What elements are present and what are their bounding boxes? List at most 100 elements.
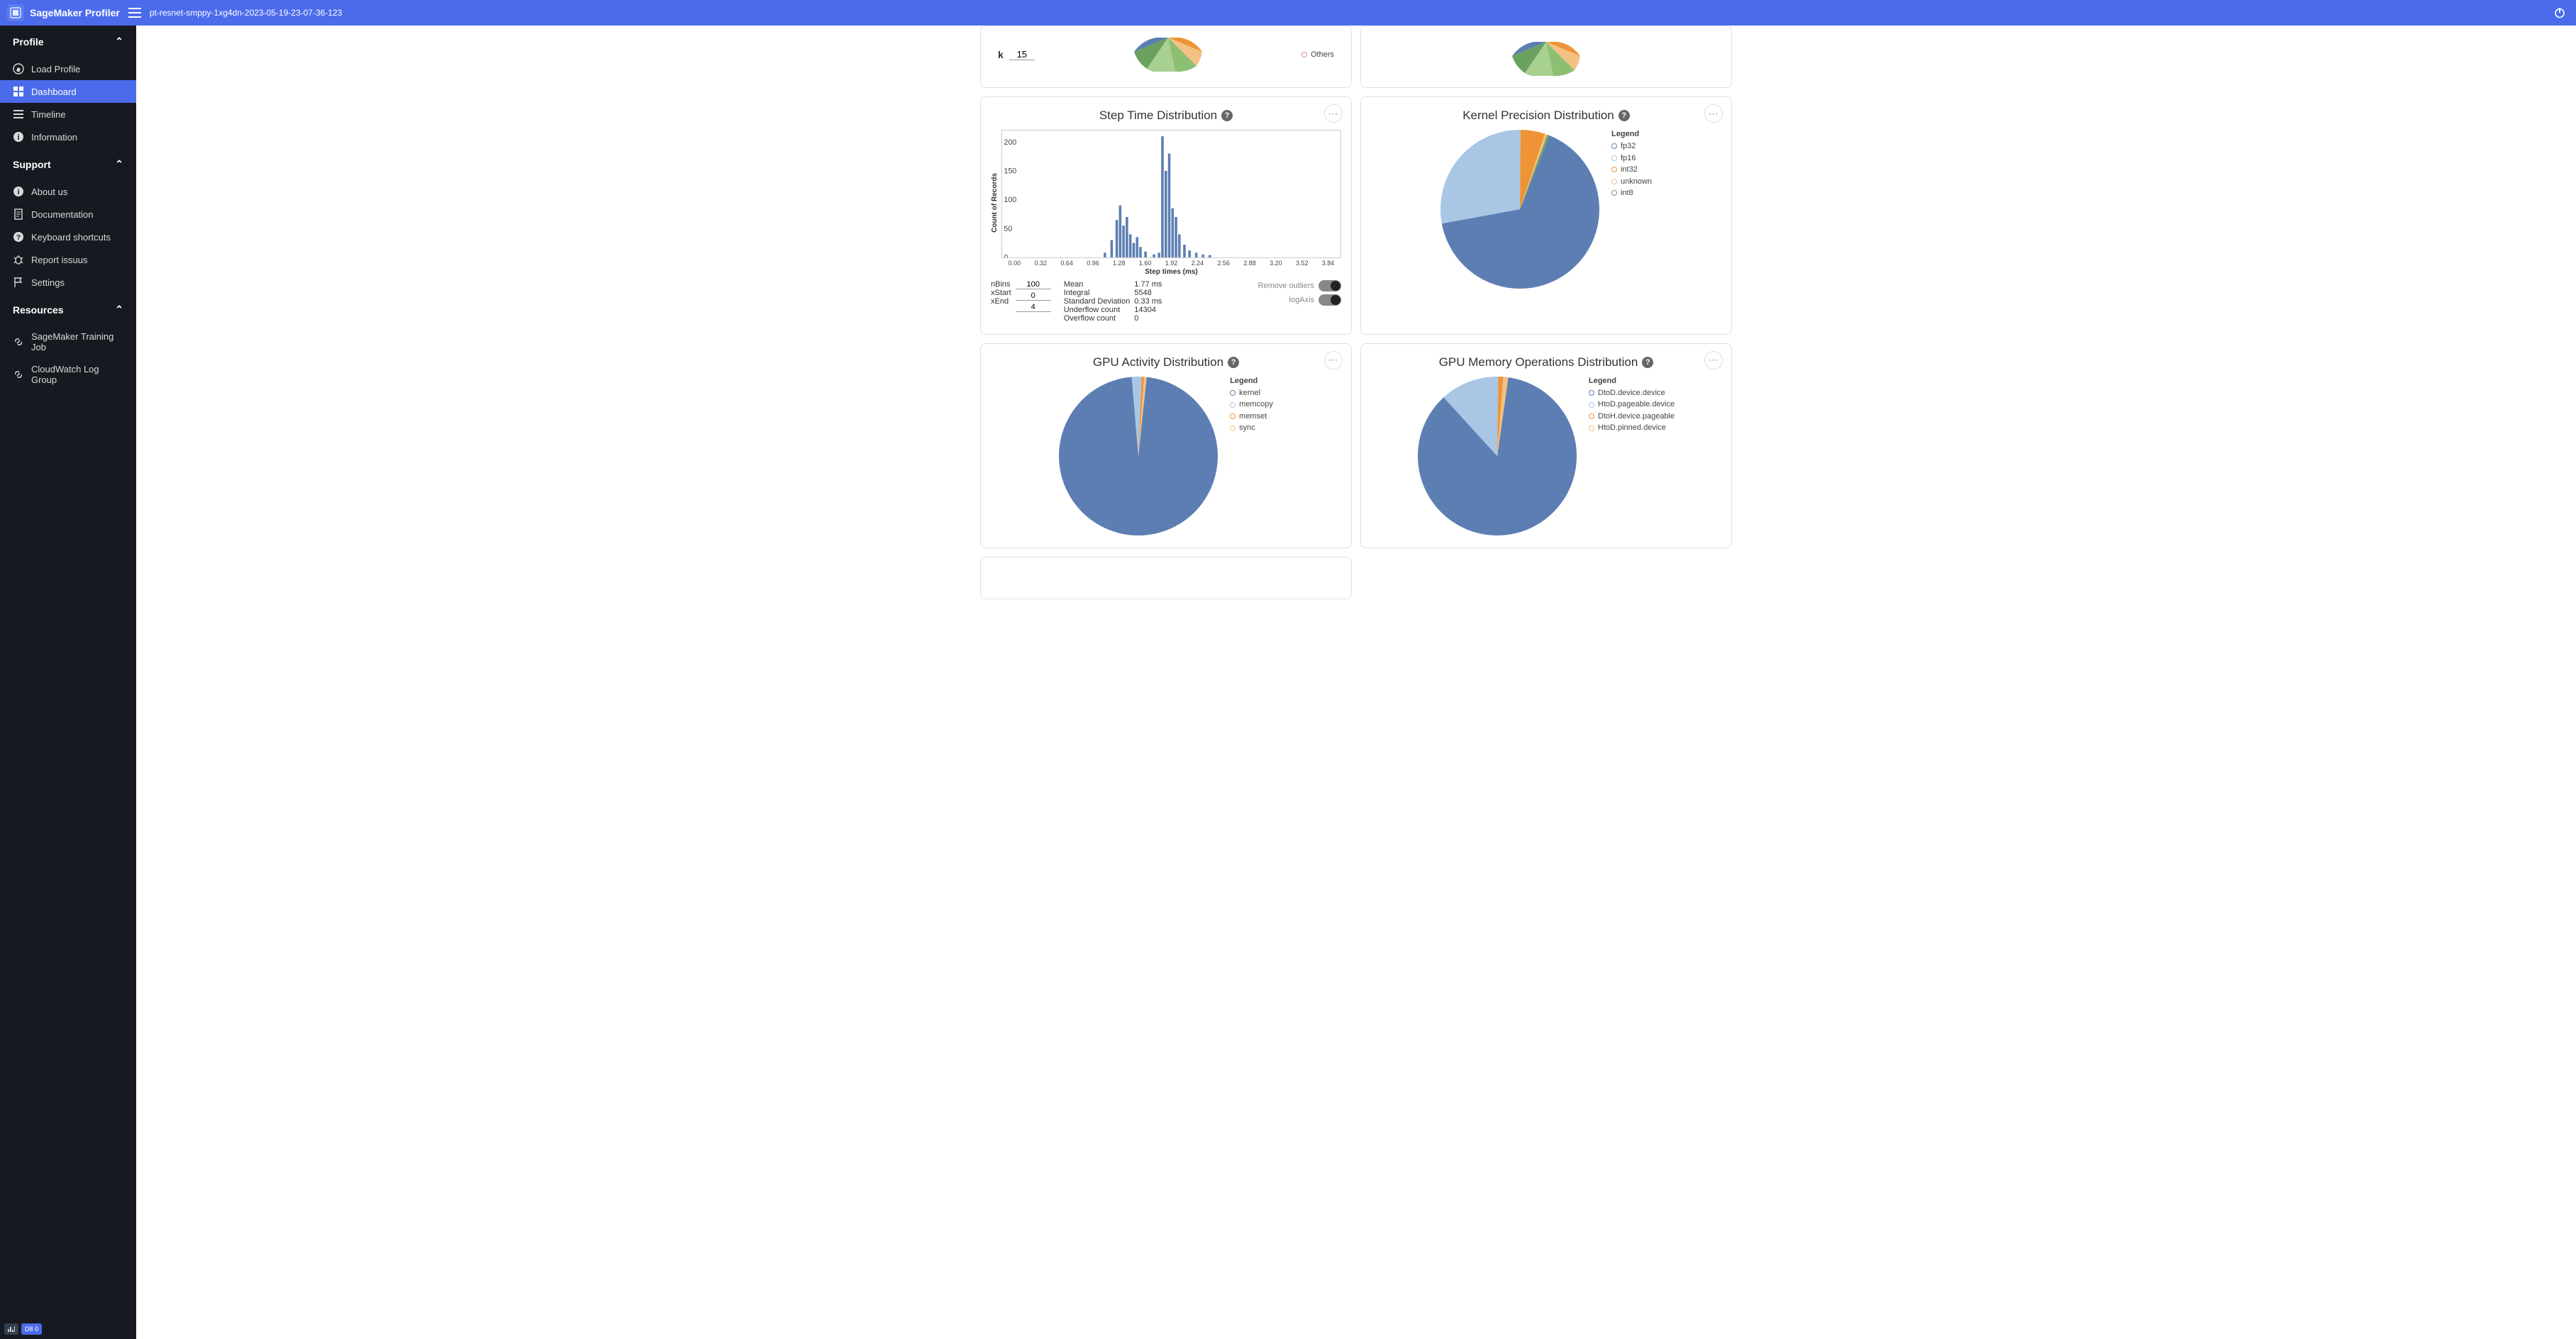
sidebar-section-profile[interactable]: Profile ⌃ <box>0 26 136 57</box>
legend-item: HtoD.pageable.device <box>1589 399 1675 411</box>
histogram-chart: 050100150200 <box>1001 130 1341 258</box>
legend-item: memcopy <box>1230 399 1273 411</box>
remove-outliers-toggle[interactable] <box>1318 280 1341 291</box>
section-label: Profile <box>13 36 44 48</box>
link-icon <box>13 369 24 380</box>
sidebar-item-settings[interactable]: Settings <box>0 271 136 294</box>
nav-label: Information <box>31 132 77 143</box>
flag-icon <box>13 277 24 288</box>
footer-badge[interactable]: D8 0 <box>21 1323 42 1335</box>
legend: Legend kernelmemcopymemsetsync <box>1230 377 1273 434</box>
main-content: k Others <box>136 26 2576 1339</box>
hamburger-menu-icon[interactable] <box>126 5 144 21</box>
card-title: GPU Activity Distribution ? <box>991 355 1341 370</box>
card-title: Step Time Distribution ? <box>991 109 1341 123</box>
info-icon: i <box>13 131 24 143</box>
help-icon[interactable]: ? <box>1228 357 1239 368</box>
legend-item: unknown <box>1611 176 1652 188</box>
help-icon[interactable]: ? <box>1642 357 1653 368</box>
svg-text:0: 0 <box>1004 253 1008 257</box>
app-logo-icon <box>7 4 24 21</box>
nav-label: Timeline <box>31 109 66 120</box>
title-text: Step Time Distribution <box>1099 109 1217 123</box>
nav-label: SageMaker Training Job <box>31 331 123 352</box>
title-text: Kernel Precision Distribution <box>1462 109 1614 123</box>
card-kernel-precision: ⋯ Kernel Precision Distribution ? Legend… <box>1360 96 1732 335</box>
compass-icon <box>13 63 24 74</box>
sidebar-section-resources[interactable]: Resources ⌃ <box>0 294 136 326</box>
help-icon[interactable]: ? <box>1221 110 1233 121</box>
legend-item: memset <box>1230 411 1273 423</box>
stat-values: 1.77 ms55480.33 ms143040 <box>1134 280 1162 323</box>
nav-label: Documentation <box>31 209 93 220</box>
help-icon: ? <box>13 231 24 243</box>
document-icon <box>13 209 24 220</box>
card-menu-button[interactable]: ⋯ <box>1704 104 1723 123</box>
legend-item: sync <box>1230 422 1273 434</box>
k-input-group: k <box>998 49 1035 60</box>
title-text: GPU Activity Distribution <box>1093 355 1223 370</box>
card-step-time-distribution: ⋯ Step Time Distribution ? Count of Reco… <box>980 96 1352 335</box>
chevron-up-icon: ⌃ <box>115 304 123 316</box>
sidebar-item-training-job[interactable]: SageMaker Training Job <box>0 326 136 358</box>
legend-item: DtoH.device.pageable <box>1589 411 1675 423</box>
k-input[interactable] <box>1009 49 1035 60</box>
bug-icon <box>13 254 24 265</box>
link-icon <box>13 336 24 348</box>
nav-label: About us <box>31 187 67 197</box>
logaxis-toggle[interactable] <box>1318 294 1341 306</box>
sidebar-item-timeline[interactable]: Timeline <box>0 103 136 126</box>
sidebar-item-load-profile[interactable]: Load Profile <box>0 57 136 80</box>
card-gpu-mem-ops: ⋯ GPU Memory Operations Distribution ? L… <box>1360 343 1732 548</box>
legend-title: Legend <box>1589 377 1675 385</box>
info-icon: i <box>13 186 24 197</box>
toggle-label: Remove outliers <box>1258 282 1314 290</box>
xstart-input[interactable] <box>1016 291 1051 301</box>
card-title: GPU Memory Operations Distribution ? <box>1371 355 1721 370</box>
legend-item: fp32 <box>1611 140 1652 152</box>
pie-chart <box>1418 377 1577 536</box>
xend-label: xEnd <box>991 297 1011 306</box>
sidebar-item-log-group[interactable]: CloudWatch Log Group <box>0 358 136 391</box>
k-label: k <box>998 49 1004 60</box>
sidebar-item-keyboard-shortcuts[interactable]: ? Keyboard shortcuts <box>0 226 136 248</box>
svg-text:i: i <box>17 188 19 196</box>
svg-text:50: 50 <box>1004 225 1012 233</box>
stat-labels: MeanIntegralStandard DeviationUnderflow … <box>1064 280 1131 323</box>
svg-text:200: 200 <box>1004 138 1016 147</box>
power-icon[interactable] <box>2550 4 2569 22</box>
timeline-icon <box>13 109 24 120</box>
card-menu-button[interactable]: ⋯ <box>1324 104 1343 123</box>
card-top-right-partial <box>1360 26 1732 88</box>
chevron-up-icon: ⌃ <box>115 158 123 170</box>
card-menu-button[interactable]: ⋯ <box>1704 351 1723 370</box>
sidebar-item-documentation[interactable]: Documentation <box>0 203 136 226</box>
section-label: Support <box>13 159 51 170</box>
nav-label: Load Profile <box>31 64 80 74</box>
xstart-label: xStart <box>991 289 1011 297</box>
card-top-left-partial: k Others <box>980 26 1352 88</box>
xend-input[interactable] <box>1016 303 1051 312</box>
help-icon[interactable]: ? <box>1619 110 1630 121</box>
title-text: GPU Memory Operations Distribution <box>1439 355 1638 370</box>
sidebar-item-about[interactable]: i About us <box>0 180 136 203</box>
sidebar-item-dashboard[interactable]: Dashboard <box>0 80 136 103</box>
sidebar-item-report-issues[interactable]: Report issuus <box>0 248 136 271</box>
footer-chart-icon[interactable] <box>4 1323 18 1335</box>
card-menu-button[interactable]: ⋯ <box>1324 351 1343 370</box>
svg-text:100: 100 <box>1004 196 1016 204</box>
legend-item: fp16 <box>1611 152 1652 165</box>
nbins-label: nBins <box>991 280 1011 289</box>
legend-label: Others <box>1311 49 1334 61</box>
sidebar-section-support[interactable]: Support ⌃ <box>0 148 136 180</box>
pie-chart <box>1059 377 1218 536</box>
legend: Legend DtoD.device.deviceHtoD.pageable.d… <box>1589 377 1675 434</box>
pie-partial-icon <box>1486 42 1606 76</box>
x-tick-labels: 0.000.320.640.961.281.601.922.242.562.88… <box>1001 260 1341 267</box>
nav-label: Settings <box>31 277 65 288</box>
legend-item: int32 <box>1611 164 1652 176</box>
toggle-label: logAxis <box>1289 296 1314 304</box>
sidebar-item-information[interactable]: i Information <box>0 126 136 148</box>
nbins-input[interactable] <box>1016 280 1051 289</box>
svg-text:?: ? <box>16 234 21 242</box>
